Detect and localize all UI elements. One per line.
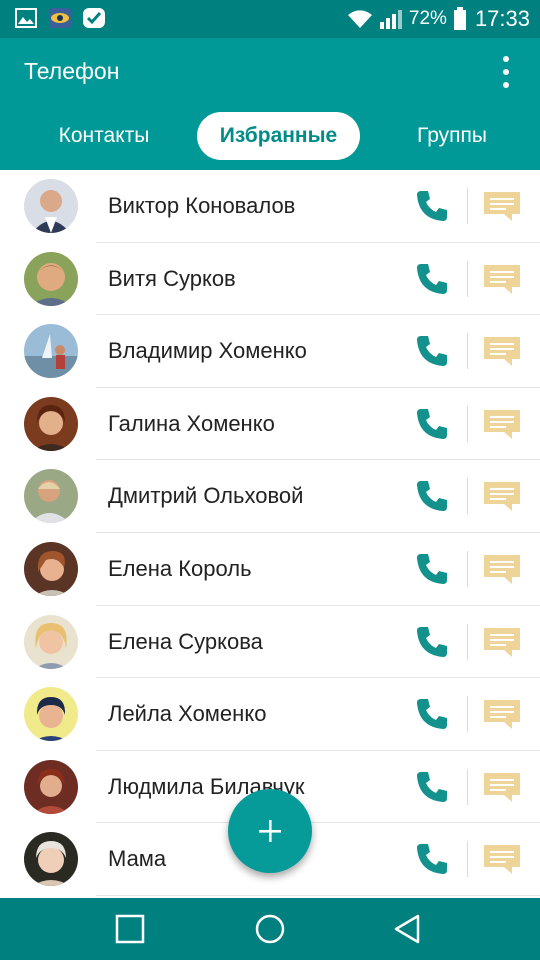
message-icon[interactable] xyxy=(482,769,522,805)
contact-name: Галина Хоменко xyxy=(108,410,275,436)
message-icon[interactable] xyxy=(482,478,522,514)
contact-name: Витя Сурков xyxy=(108,265,236,291)
back-icon[interactable] xyxy=(390,911,426,947)
gallery-icon xyxy=(15,8,37,28)
divider xyxy=(467,550,468,587)
clock: 17:33 xyxy=(474,6,530,31)
avatar xyxy=(24,469,78,524)
divider xyxy=(467,696,468,733)
more-options-icon[interactable] xyxy=(494,54,518,90)
divider xyxy=(467,333,468,370)
message-icon[interactable] xyxy=(482,696,522,732)
message-icon[interactable] xyxy=(482,333,522,369)
tab-groups[interactable]: Группы xyxy=(392,112,512,160)
contact-name: Виктор Коновалов xyxy=(108,193,296,218)
notification-icons xyxy=(14,6,106,30)
system-status: 72% 17:33 xyxy=(347,4,530,34)
list-item[interactable]: Витя Сурков xyxy=(0,243,540,316)
list-item[interactable]: Лейла Хоменко xyxy=(0,678,540,751)
list-item[interactable]: Дмитрий Ольховой xyxy=(0,460,540,533)
signal-icon xyxy=(379,10,402,29)
list-item[interactable]: Владимир Хоменко xyxy=(0,315,540,388)
tab-favorites[interactable]: Избранные xyxy=(197,112,360,160)
tab-contacts[interactable]: Контакты xyxy=(34,112,174,160)
message-icon[interactable] xyxy=(482,551,522,587)
avatar xyxy=(24,251,78,306)
divider xyxy=(467,478,468,515)
eye-app-icon xyxy=(49,8,71,28)
home-icon[interactable] xyxy=(252,911,288,947)
avatar xyxy=(24,614,78,669)
battery-percent: 72% xyxy=(408,8,447,29)
plus-icon xyxy=(259,820,281,842)
message-icon[interactable] xyxy=(482,841,522,877)
avatar xyxy=(24,687,78,742)
divider xyxy=(467,623,468,660)
wifi-icon xyxy=(347,10,372,28)
navigation-bar xyxy=(0,898,540,960)
avatar xyxy=(24,396,78,451)
call-icon[interactable] xyxy=(414,478,454,514)
avatar xyxy=(24,179,78,233)
contact-name: Мама xyxy=(108,846,167,872)
list-item[interactable]: Галина Хоменко xyxy=(0,388,540,461)
contact-name: Елена Суркова xyxy=(108,628,263,654)
call-icon[interactable] xyxy=(414,333,454,369)
add-favorite-button[interactable] xyxy=(228,789,312,873)
recents-icon[interactable] xyxy=(112,911,148,947)
battery-icon xyxy=(453,7,466,30)
list-item[interactable]: Елена Король xyxy=(0,533,540,606)
list-item[interactable]: Виктор Коновалов xyxy=(0,170,540,243)
divider xyxy=(467,768,468,805)
call-icon[interactable] xyxy=(414,769,454,805)
divider xyxy=(467,405,468,442)
avatar xyxy=(24,324,78,379)
tab-bar: Контакты Избранные Группы xyxy=(0,112,540,160)
call-icon[interactable] xyxy=(414,261,454,297)
message-icon[interactable] xyxy=(482,624,522,660)
avatar xyxy=(24,541,78,596)
contact-name: Лейла Хоменко xyxy=(108,701,267,727)
app-title: Телефон xyxy=(24,58,120,84)
call-icon[interactable] xyxy=(414,624,454,660)
contact-name: Елена Король xyxy=(108,555,252,581)
call-icon[interactable] xyxy=(414,406,454,442)
message-icon[interactable] xyxy=(482,188,522,224)
divider xyxy=(467,841,468,878)
call-icon[interactable] xyxy=(414,551,454,587)
call-icon[interactable] xyxy=(414,696,454,732)
divider xyxy=(467,188,468,224)
call-icon[interactable] xyxy=(414,841,454,877)
message-icon[interactable] xyxy=(482,261,522,297)
contact-name: Дмитрий Ольховой xyxy=(108,483,304,509)
message-icon[interactable] xyxy=(482,406,522,442)
list-item[interactable]: Елена Суркова xyxy=(0,606,540,679)
status-bar: 72% 17:33 xyxy=(0,0,540,38)
call-icon[interactable] xyxy=(414,188,454,224)
avatar xyxy=(24,759,78,814)
check-badge-icon xyxy=(83,8,105,28)
app-bar: Телефон Контакты Избранные Группы xyxy=(0,38,540,170)
contact-name: Владимир Хоменко xyxy=(108,338,307,364)
divider xyxy=(467,260,468,297)
avatar xyxy=(24,832,78,887)
